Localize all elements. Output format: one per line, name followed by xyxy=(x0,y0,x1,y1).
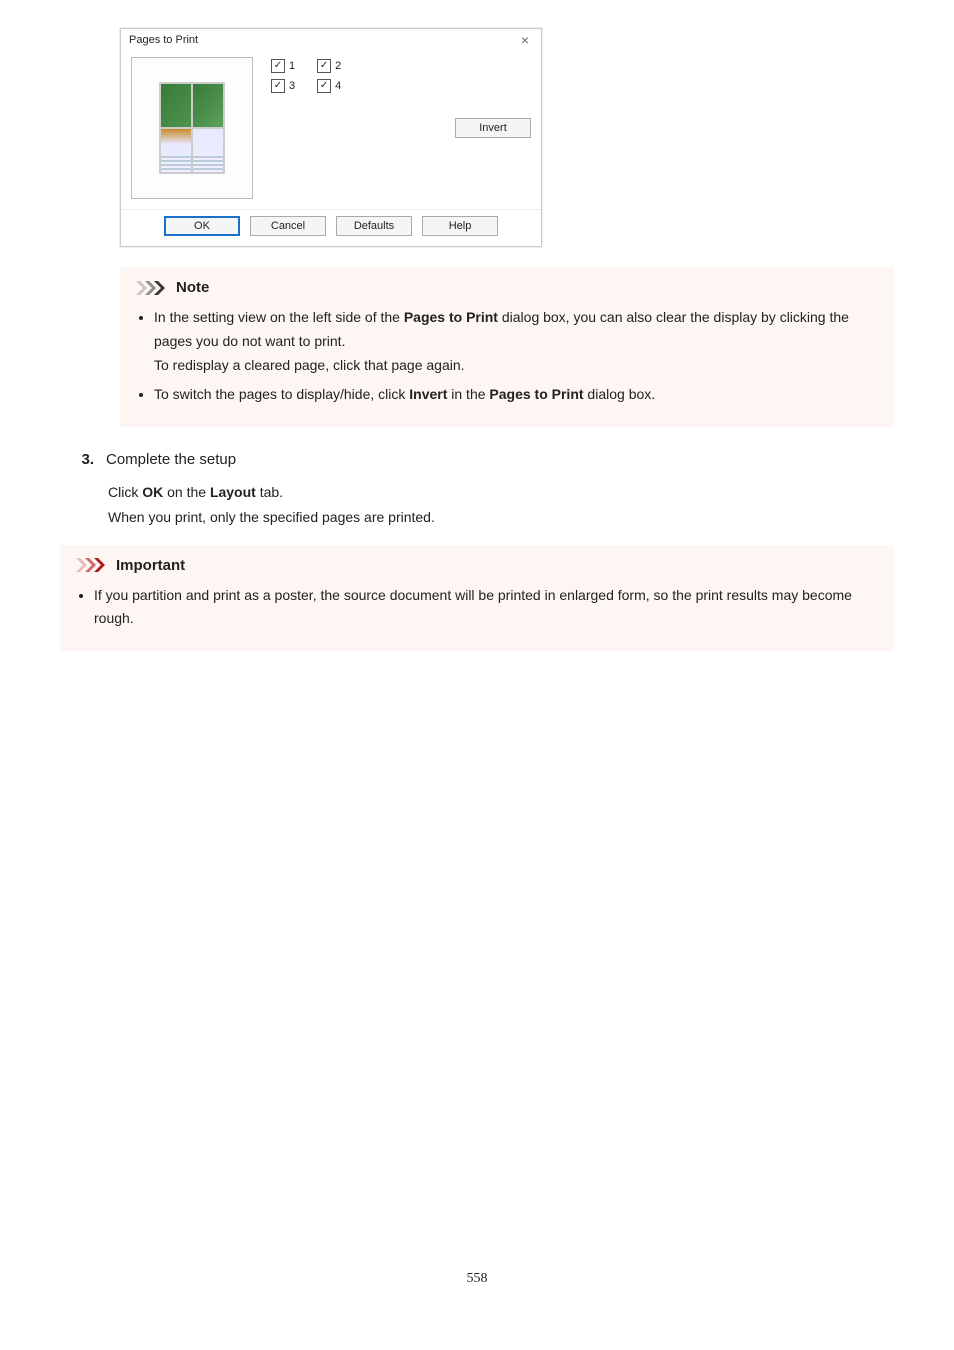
note-item-1: In the setting view on the left side of … xyxy=(154,306,878,377)
help-button[interactable]: Help xyxy=(422,216,498,236)
important-callout: Important If you partition and print as … xyxy=(60,545,894,652)
preview-tile-2[interactable] xyxy=(192,83,224,128)
text: When you print, only the specified pages… xyxy=(108,509,435,525)
preview-thumbnail xyxy=(159,82,225,174)
step-number: 3. xyxy=(78,451,94,468)
checkbox-page-2[interactable]: ✓ 2 xyxy=(317,59,341,73)
text: In the setting view on the left side of … xyxy=(154,309,404,325)
preview-tile-3[interactable] xyxy=(160,128,192,173)
text-bold: Pages to Print xyxy=(404,309,498,325)
chevrons-icon xyxy=(136,281,170,295)
close-icon[interactable]: × xyxy=(517,33,533,47)
text: To redisplay a cleared page, click that … xyxy=(154,354,878,378)
checkbox-icon: ✓ xyxy=(317,79,331,93)
important-heading-text: Important xyxy=(116,557,185,574)
text: Click xyxy=(108,484,142,500)
text-bold: Pages to Print xyxy=(489,386,583,402)
page-number: 558 xyxy=(60,1271,894,1287)
text: To switch the pages to display/hide, cli… xyxy=(154,386,409,402)
text-bold: Invert xyxy=(409,386,447,402)
text: dialog box. xyxy=(584,386,656,402)
checkbox-icon: ✓ xyxy=(317,59,331,73)
checkbox-label: 4 xyxy=(335,80,341,92)
cancel-button[interactable]: Cancel xyxy=(250,216,326,236)
note-heading-text: Note xyxy=(176,279,209,296)
page-checkboxes: ✓ 1 ✓ 3 ✓ 2 ✓ 4 xyxy=(271,57,437,199)
checkbox-label: 3 xyxy=(289,80,295,92)
checkbox-page-1[interactable]: ✓ 1 xyxy=(271,59,295,73)
dialog-footer: OK Cancel Defaults Help xyxy=(121,209,541,246)
checkbox-label: 2 xyxy=(335,60,341,72)
text-bold: OK xyxy=(142,484,163,500)
text: on the xyxy=(163,484,210,500)
defaults-button[interactable]: Defaults xyxy=(336,216,412,236)
important-header: Important xyxy=(76,557,878,574)
text: in the xyxy=(447,386,489,402)
step-description: Click OK on the Layout tab. When you pri… xyxy=(108,480,894,530)
checkbox-page-4[interactable]: ✓ 4 xyxy=(317,79,341,93)
note-item-2: To switch the pages to display/hide, cli… xyxy=(154,383,878,407)
preview-tile-1[interactable] xyxy=(160,83,192,128)
checkbox-icon: ✓ xyxy=(271,79,285,93)
dialog-title: Pages to Print xyxy=(129,34,198,46)
dialog-titlebar: Pages to Print × xyxy=(121,29,541,51)
step-3: 3. Complete the setup xyxy=(78,451,894,468)
invert-button[interactable]: Invert xyxy=(455,118,531,138)
checkbox-icon: ✓ xyxy=(271,59,285,73)
note-header: Note xyxy=(136,279,878,296)
preview-tile-4[interactable] xyxy=(192,128,224,173)
step-title: Complete the setup xyxy=(106,451,236,468)
chevrons-icon xyxy=(76,558,110,572)
text: tab. xyxy=(256,484,283,500)
checkbox-label: 1 xyxy=(289,60,295,72)
note-callout: Note In the setting view on the left sid… xyxy=(120,267,894,427)
ok-button[interactable]: OK xyxy=(164,216,240,236)
checkbox-page-3[interactable]: ✓ 3 xyxy=(271,79,295,93)
text-bold: Layout xyxy=(210,484,256,500)
preview-pane[interactable] xyxy=(131,57,253,199)
important-item-1: If you partition and print as a poster, … xyxy=(94,584,878,632)
pages-to-print-dialog: Pages to Print × ✓ 1 ✓ xyxy=(120,28,542,247)
